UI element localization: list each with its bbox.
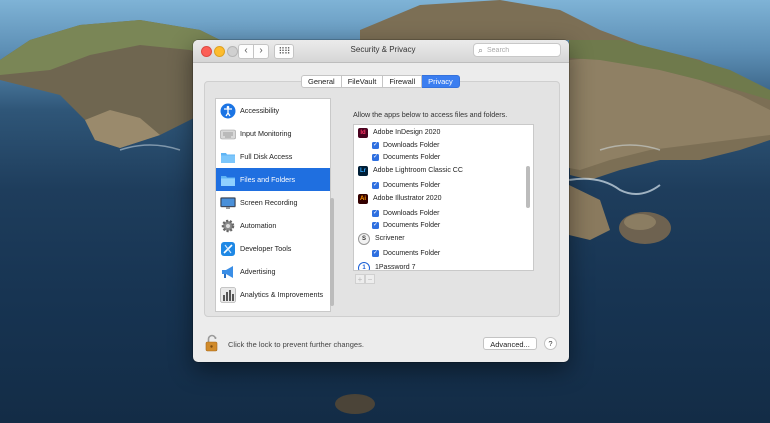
app-row-illustrator[interactable]: Ai Adobe Illustrator 2020 xyxy=(354,193,524,204)
sidebar-item-label: Full Disk Access xyxy=(240,152,293,161)
scrivener-icon: S xyxy=(358,232,370,245)
1password-icon: 1 xyxy=(358,261,370,270)
back-button[interactable]: ‹ xyxy=(238,44,254,59)
sidebar-item-screen-recording[interactable]: Screen Recording xyxy=(216,191,330,214)
folder-label: Documents Folder xyxy=(383,154,441,161)
sidebar-item-accessibility[interactable]: Accessibility xyxy=(216,99,330,122)
chevron-left-icon: ‹ xyxy=(244,45,248,56)
help-button[interactable]: ? xyxy=(544,337,557,350)
apps-list: Id Adobe InDesign 2020 ✓ Downloads Folde… xyxy=(353,124,534,271)
checkbox[interactable]: ✓ xyxy=(372,182,379,189)
folder-row[interactable]: ✓ Documents Folder xyxy=(354,152,524,163)
lock-message: Click the lock to prevent further change… xyxy=(228,340,364,349)
chevron-right-icon: › xyxy=(259,45,263,56)
folder-label: Documents Folder xyxy=(383,250,441,257)
window-title: Security & Privacy xyxy=(350,45,416,54)
lightroom-icon: Lr xyxy=(358,165,368,176)
folder-icon xyxy=(220,149,236,165)
sidebar-item-full-disk-access[interactable]: Full Disk Access xyxy=(216,145,330,168)
tab-general[interactable]: General xyxy=(301,75,342,88)
security-privacy-window: ‹ › ⠿⠿ Security & Privacy ⌕ General File… xyxy=(193,40,569,362)
sidebar-item-label: Files and Folders xyxy=(240,175,296,184)
folder-icon xyxy=(220,172,236,188)
tab-bar: General FileVault Firewall Privacy xyxy=(301,75,460,88)
app-name: Adobe Illustrator 2020 xyxy=(373,195,442,202)
search-input[interactable] xyxy=(487,45,557,55)
show-all-button[interactable]: ⠿⠿ xyxy=(274,44,294,59)
folder-row[interactable]: ✓ Downloads Folder xyxy=(354,140,524,151)
sidebar-item-label: Developer Tools xyxy=(240,244,292,253)
app-row-1password[interactable]: 1 1Password 7 xyxy=(354,261,524,271)
sidebar-scroll-thumb[interactable] xyxy=(330,198,334,306)
close-window-button[interactable] xyxy=(201,46,212,57)
lock-icon[interactable] xyxy=(205,334,219,352)
remove-app-button[interactable]: − xyxy=(365,274,375,284)
sidebar-item-label: Input Monitoring xyxy=(240,129,292,138)
advanced-button[interactable]: Advanced... xyxy=(483,337,537,350)
sidebar-item-analytics[interactable]: Analytics & Improvements xyxy=(216,283,330,306)
minimize-window-button[interactable] xyxy=(214,46,225,57)
app-row-lightroom[interactable]: Lr Adobe Lightroom Classic CC xyxy=(354,165,524,176)
folder-row[interactable]: ✓ Documents Folder xyxy=(354,248,524,259)
sidebar-item-label: Automation xyxy=(240,221,277,230)
zoom-window-button[interactable] xyxy=(227,46,238,57)
checkbox[interactable]: ✓ xyxy=(372,142,379,149)
sidebar-item-automation[interactable]: Automation xyxy=(216,214,330,237)
display-icon xyxy=(220,195,236,211)
app-name: Adobe Lightroom Classic CC xyxy=(373,167,463,174)
folder-label: Downloads Folder xyxy=(383,210,440,217)
sidebar-item-files-and-folders[interactable]: Files and Folders xyxy=(216,168,330,191)
tab-firewall[interactable]: Firewall xyxy=(383,75,423,88)
add-app-button[interactable]: + xyxy=(355,274,365,284)
sidebar-item-label: Screen Recording xyxy=(240,198,298,207)
folder-label: Documents Folder xyxy=(383,182,441,189)
files-folders-description: Allow the apps below to access files and… xyxy=(353,110,508,119)
gear-icon xyxy=(220,218,236,234)
sidebar-item-label: Analytics & Improvements xyxy=(240,290,324,299)
keyboard-icon xyxy=(220,126,236,142)
privacy-category-list: Accessibility Input Monitoring Full Disk… xyxy=(215,98,331,312)
sidebar-item-label: Accessibility xyxy=(240,106,280,115)
checkbox[interactable]: ✓ xyxy=(372,222,379,229)
app-name: Scrivener xyxy=(375,235,405,242)
checkbox[interactable]: ✓ xyxy=(372,210,379,217)
developer-tools-icon xyxy=(220,241,236,257)
forward-button[interactable]: › xyxy=(253,44,269,59)
megaphone-icon xyxy=(220,264,236,280)
sidebar-scrollbar[interactable] xyxy=(329,98,336,310)
folder-row[interactable]: ✓ Documents Folder xyxy=(354,220,524,231)
title-bar: ‹ › ⠿⠿ Security & Privacy ⌕ xyxy=(193,40,569,63)
app-name: 1Password 7 xyxy=(375,264,416,271)
sidebar-item-advertising[interactable]: Advertising xyxy=(216,260,330,283)
checkbox[interactable]: ✓ xyxy=(372,250,379,257)
grid-icon: ⠿⠿ xyxy=(278,46,290,56)
app-row-indesign[interactable]: Id Adobe InDesign 2020 xyxy=(354,127,524,138)
sidebar-item-developer-tools[interactable]: Developer Tools xyxy=(216,237,330,260)
illustrator-icon: Ai xyxy=(358,193,368,204)
search-icon: ⌕ xyxy=(478,45,484,55)
sidebar-item-label: Advertising xyxy=(240,267,276,276)
apps-scrollbar[interactable] xyxy=(525,124,532,269)
accessibility-icon xyxy=(220,103,236,119)
app-name: Adobe InDesign 2020 xyxy=(373,129,441,136)
add-remove-controls: + − xyxy=(355,274,375,284)
apps-scroll-thumb[interactable] xyxy=(526,166,530,208)
analytics-icon xyxy=(220,286,236,303)
folder-label: Downloads Folder xyxy=(383,142,440,149)
checkbox[interactable]: ✓ xyxy=(372,154,379,161)
indesign-icon: Id xyxy=(358,127,368,138)
app-row-scrivener[interactable]: S Scrivener xyxy=(354,232,524,245)
tab-privacy[interactable]: Privacy xyxy=(422,75,460,88)
tab-filevault[interactable]: FileVault xyxy=(341,75,384,88)
sidebar-item-input-monitoring[interactable]: Input Monitoring xyxy=(216,122,330,145)
folder-row[interactable]: ✓ Downloads Folder xyxy=(354,208,524,219)
search-field[interactable]: ⌕ xyxy=(473,43,561,57)
folder-label: Documents Folder xyxy=(383,222,441,229)
folder-row[interactable]: ✓ Documents Folder xyxy=(354,180,524,191)
